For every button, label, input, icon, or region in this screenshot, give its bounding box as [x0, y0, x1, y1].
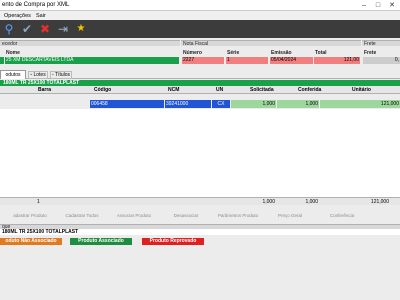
associar-produto-button[interactable]: Associar Produto — [108, 213, 160, 218]
serie-field[interactable]: 1 — [226, 57, 268, 64]
toolbar: ⚲ ✔ ✖ ⇥ ★ — [0, 20, 400, 38]
cadastrar-todos-button[interactable]: Cadastrar Todos — [56, 213, 108, 218]
tab-lotes[interactable]: ▪ Lotes — [28, 71, 48, 79]
col-unitario: Unitário — [352, 87, 371, 93]
grid-header: Barra Código NCM UN Solicitada Conferida… — [0, 86, 400, 94]
legend-reprovado: Produto Reprovado — [142, 238, 204, 245]
cell-un: CX — [212, 100, 230, 108]
cell-codigo: 006458 — [90, 100, 164, 108]
tab-titulos[interactable]: ▪ Títulos — [50, 71, 72, 79]
action-buttons: adastrar Produto Cadastrar Todos Associa… — [0, 206, 400, 223]
nome-label: Nome — [6, 50, 20, 56]
col-ncm: NCM — [168, 87, 180, 93]
cell-solicitada: 1,000 — [231, 100, 276, 108]
preco-geral-button[interactable]: Preço Geral — [264, 213, 316, 218]
frete-section-label: Frete — [364, 41, 376, 47]
nota-fiscal-label: Nota Fiscal — [183, 41, 209, 47]
tab-bar: odutos ▪ Lotes ▪ Títulos — [0, 69, 400, 79]
col-barra: Barra — [38, 87, 52, 93]
tab-produtos[interactable]: odutos — [0, 70, 26, 79]
desassociar-button[interactable]: Desassociar — [160, 213, 212, 218]
conferencia-button[interactable]: Conferência — [316, 213, 368, 218]
star-icon[interactable]: ★ — [74, 22, 88, 36]
exit-icon[interactable]: ⇥ — [56, 22, 70, 36]
serie-label: Série — [227, 50, 240, 56]
menu-operacoes[interactable]: Operações — [4, 13, 31, 19]
delete-icon[interactable]: ✖ — [38, 22, 52, 36]
search-icon[interactable]: ⚲ — [2, 22, 16, 36]
supplier-code-field — [0, 57, 4, 64]
total-label: Total — [315, 50, 327, 56]
menu-bar: Operações Sair — [0, 11, 400, 20]
window-title: ento de Compra por XML — [2, 2, 70, 8]
maximize-button[interactable]: □ — [372, 0, 384, 11]
cadastrar-produto-button[interactable]: adastrar Produto — [4, 213, 56, 218]
total-solicitada: 1,000 — [262, 199, 275, 205]
cell-ncm: 39241000 — [165, 100, 211, 108]
supplier-section: ecedor — [0, 40, 180, 47]
col-conferida: Conferida — [298, 87, 322, 93]
col-solicitada: Solicitada — [250, 87, 274, 93]
legend-associado: Produto Associado — [70, 238, 132, 245]
table-row[interactable]: 006458 39241000 CX 1,000 1,000 121,000 — [0, 100, 400, 108]
lotes-icon: ▪ — [30, 72, 33, 78]
menu-sair[interactable]: Sair — [36, 13, 46, 19]
supplier-code-value: 25 — [6, 57, 12, 63]
emissao-label: Emissão — [271, 50, 292, 56]
total-unitario: 121,000 — [370, 199, 389, 205]
supplier-section-label: ecedor — [2, 41, 18, 47]
parametros-produto-button[interactable]: Parâmetros Produto — [212, 213, 264, 218]
check-icon[interactable]: ✔ — [20, 22, 34, 36]
col-un: UN — [216, 87, 224, 93]
col-codigo: Código — [94, 87, 112, 93]
window-titlebar: ento de Compra por XML – □ ✕ — [0, 0, 400, 11]
tab-lotes-label: Lotes — [33, 72, 46, 78]
close-window-button[interactable]: ✕ — [386, 0, 398, 11]
cell-conferida: 1,000 — [277, 100, 319, 108]
minimize-button[interactable]: – — [358, 0, 370, 11]
total-field[interactable]: 121,00 — [314, 57, 360, 64]
frete-label: Frete — [364, 50, 377, 56]
emissao-field[interactable]: 05/04/2024 — [270, 57, 313, 64]
nota-fiscal-section: Nota Fiscal — [181, 40, 361, 47]
total-conferida: 1,000 — [305, 199, 318, 205]
legend-nao-associado: oduto Não Associado — [0, 238, 62, 245]
frete-field[interactable]: 0, — [363, 57, 400, 64]
titulos-icon: ▪ — [51, 72, 54, 78]
frete-section: Frete — [362, 40, 400, 47]
grid-body — [0, 109, 400, 197]
numero-label: Número — [183, 50, 202, 56]
supplier-name-field[interactable]: 25 XM DESCARTAVEIS LTDA — [5, 57, 179, 64]
tab-titulos-label: Títulos — [55, 72, 71, 78]
numero-field[interactable]: 2227 — [182, 57, 224, 64]
totals-row: 1 1,000 1,000 121,000 — [0, 197, 400, 205]
supplier-name-value: XM DESCARTAVEIS LTDA — [12, 57, 74, 63]
total-count: 1 — [37, 199, 40, 205]
estoque-product: 180ML TR 25X100 TOTALPLAST — [0, 229, 400, 235]
cell-unitario: 121,000 — [320, 100, 400, 108]
